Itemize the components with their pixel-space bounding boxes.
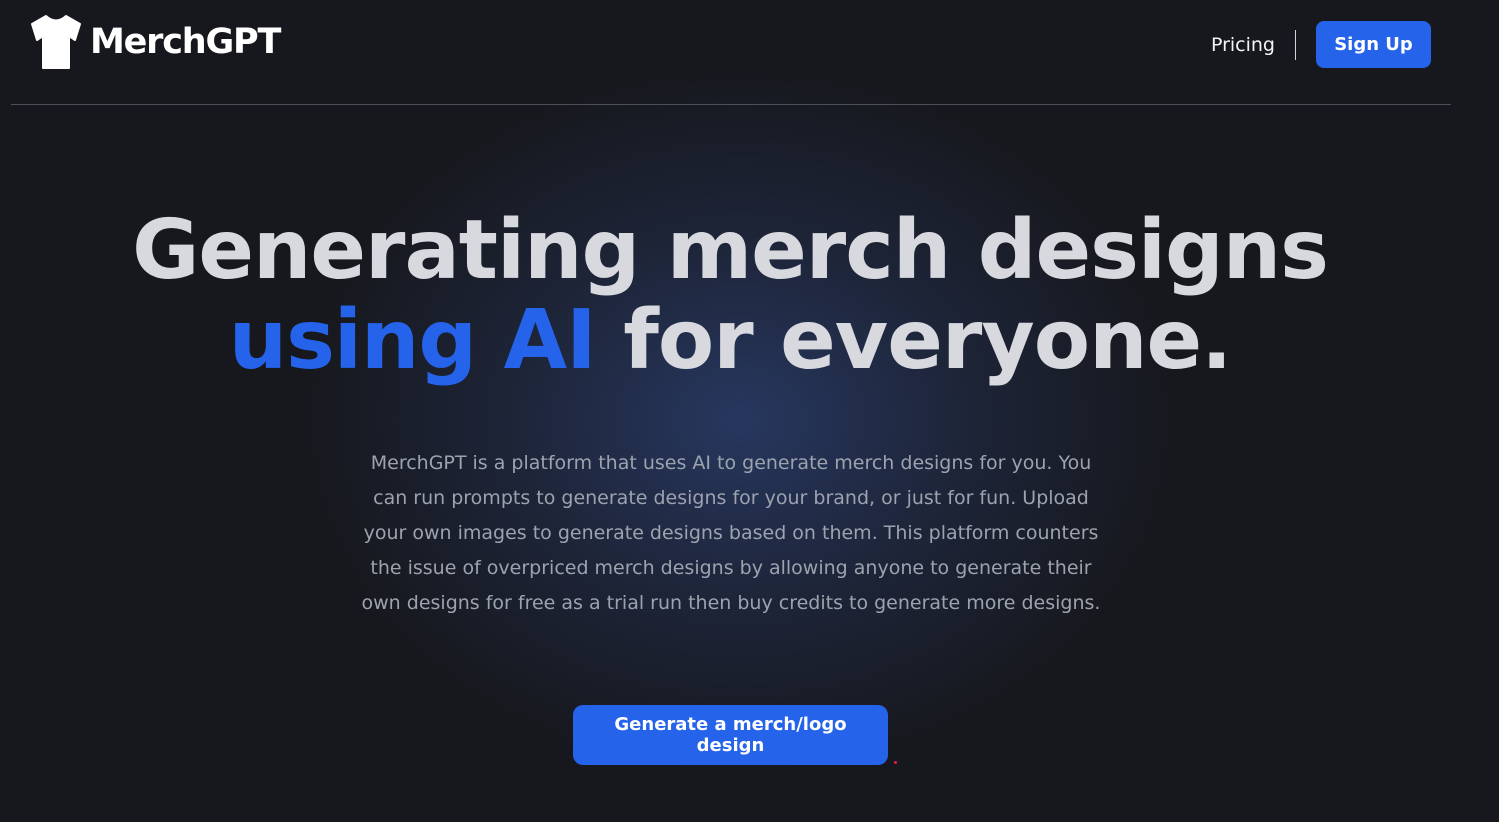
nav-divider xyxy=(1295,29,1296,60)
hero-description: MerchGPT is a platform that uses AI to g… xyxy=(361,452,1101,614)
brand-logo-link[interactable]: MerchGPT xyxy=(30,14,281,70)
brand-name: MerchGPT xyxy=(90,22,281,62)
hero-title-rest: for everyone. xyxy=(595,293,1232,388)
sign-up-button[interactable]: Sign Up xyxy=(1316,21,1431,68)
generate-design-button[interactable]: Generate a merch/logo design xyxy=(573,705,888,765)
site-header: MerchGPT Pricing Sign Up xyxy=(11,0,1451,105)
hero-title-accent: using AI xyxy=(228,293,597,388)
hero-title: Generating merch designs using AI for ev… xyxy=(0,206,1460,386)
top-nav: Pricing Sign Up xyxy=(1211,21,1431,68)
pricing-link[interactable]: Pricing xyxy=(1211,34,1295,56)
hero-title-line1: Generating merch designs xyxy=(132,203,1329,298)
cursor-dot xyxy=(894,761,897,764)
tshirt-icon xyxy=(30,14,82,70)
